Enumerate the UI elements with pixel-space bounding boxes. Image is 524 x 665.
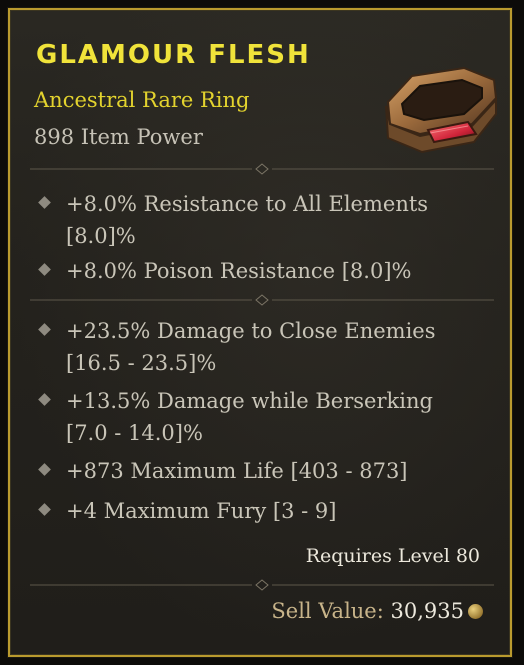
ring-icon — [385, 66, 498, 154]
implicit-resist-all: +8.0% Resistance to All Elements [8.0]% — [66, 192, 429, 248]
gold-coin-icon — [468, 604, 483, 619]
level-requirement: Requires Level 80 — [305, 545, 480, 567]
section-divider — [30, 294, 494, 306]
sell-value-amount: 30,935 — [390, 599, 464, 623]
item-type: Ancestral Rare Ring — [34, 88, 250, 112]
affix-close-enemies: +23.5% Damage to Close Enemies [16.5 - 2… — [66, 319, 436, 375]
implicit-poison-resist: +8.0% Poison Resistance [8.0]% — [66, 259, 412, 283]
affix-maximum-fury: +4 Maximum Fury [3 - 9] — [66, 499, 337, 523]
bullet-icon — [38, 503, 51, 516]
affix-maximum-life: +873 Maximum Life [403 - 873] — [66, 459, 408, 483]
section-divider — [30, 163, 494, 175]
sell-value: Sell Value: 30,935 — [271, 599, 464, 623]
bullet-icon — [38, 263, 51, 276]
affix-berserking: +13.5% Damage while Berserking [7.0 - 14… — [66, 389, 433, 445]
bullet-icon — [38, 463, 51, 476]
item-name: GLAMOUR FLESH — [36, 40, 311, 70]
bullet-icon — [38, 323, 51, 336]
bullet-icon — [38, 196, 51, 209]
sell-value-label: Sell Value: — [271, 599, 384, 623]
bullet-icon — [38, 393, 51, 406]
section-divider — [30, 579, 494, 591]
item-tooltip: GLAMOUR FLESH Ancestral Rare Ring 898 It… — [8, 8, 512, 657]
item-power: 898 Item Power — [34, 125, 203, 149]
